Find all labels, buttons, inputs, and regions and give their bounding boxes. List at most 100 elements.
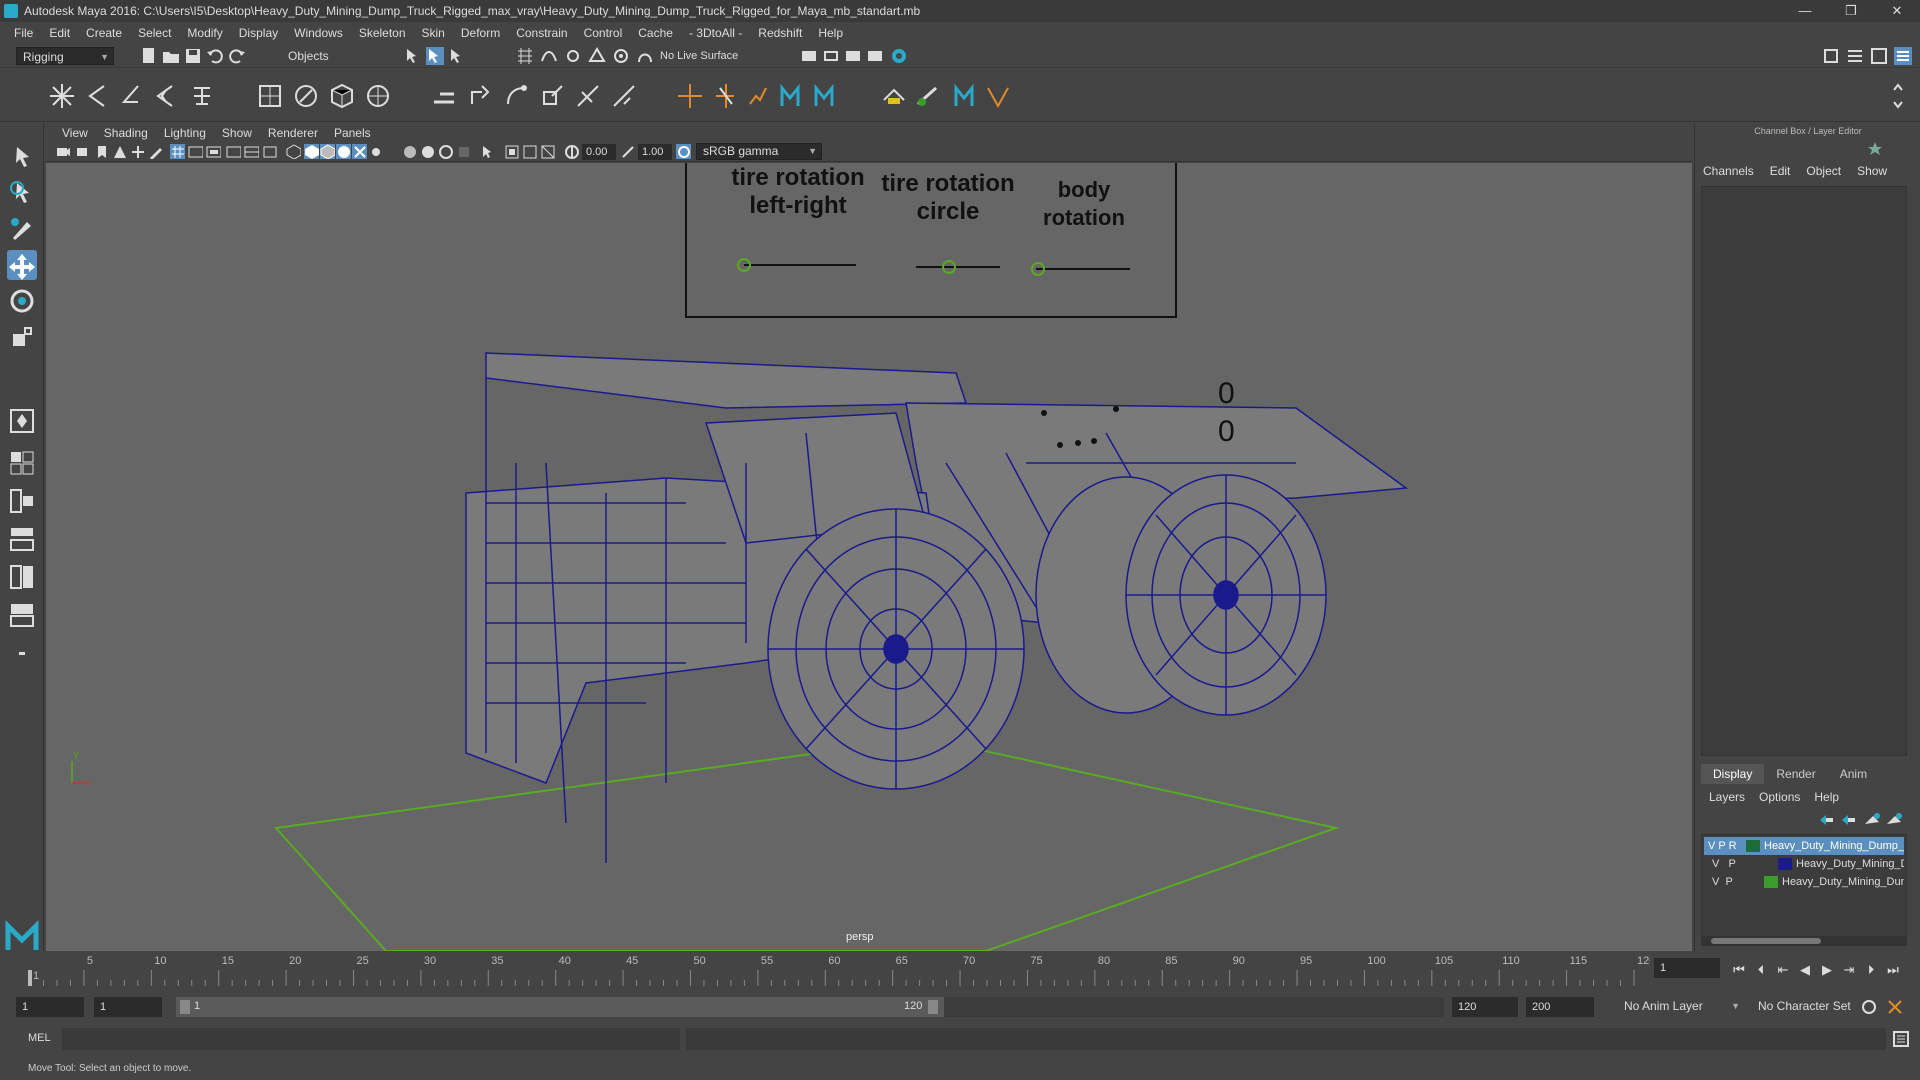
textured-icon[interactable] [336,144,351,159]
snap-curve-icon[interactable] [540,47,558,65]
single-perspective-layout-icon[interactable] [7,448,37,478]
wireframe-icon[interactable] [286,144,301,159]
layer-list-scrollbar[interactable] [1701,936,1907,946]
undo-icon[interactable] [206,47,224,65]
grease-pencil-icon[interactable] [148,144,163,159]
maximize-button[interactable]: ❐ [1828,0,1874,22]
layer-list-scroll-thumb[interactable] [1711,938,1821,944]
wireframe-on-shaded-icon[interactable] [320,144,335,159]
truck-wheel-rear[interactable] [1035,474,1327,716]
tab-anim[interactable]: Anim [1828,764,1879,784]
image-plane-icon[interactable] [112,144,127,159]
smooth-shade-icon[interactable] [304,144,319,159]
locator-icon[interactable] [676,82,704,110]
step-forward-key-icon[interactable]: ⇥ [1842,963,1856,977]
step-forward-frame-icon[interactable]: ⏵ [1864,963,1878,977]
scale-constraint-icon[interactable] [538,82,566,110]
minimize-button[interactable]: — [1782,0,1828,22]
paint-select-tool-icon[interactable] [7,214,37,244]
menu-skeleton[interactable]: Skeleton [351,26,414,40]
pole-vector-icon[interactable] [610,82,638,110]
layer-color-swatch[interactable] [1746,840,1760,852]
menu-edit[interactable]: Edit [41,26,78,40]
time-slider[interactable]: 1 5 10 15 20 25 30 35 40 45 50 55 60 65 70 75 80 85 90 95 10… [0,952,1692,988]
outliner-layout-icon[interactable] [7,600,37,630]
hik-control-rig-icon[interactable] [810,82,838,110]
step-back-key-icon[interactable]: ⇤ [1776,963,1790,977]
bookmark-icon[interactable] [94,144,109,159]
wrap-deformer-icon[interactable] [950,82,978,110]
selection-mode-dropdown[interactable]: Objects [282,47,378,65]
snap-grid-icon[interactable] [516,47,534,65]
exposure-field[interactable]: 0.00 [582,144,616,160]
parent-constraint-icon[interactable] [574,82,602,110]
four-view-layout-icon[interactable] [7,486,37,516]
panel-menu-show[interactable]: Show [214,126,260,140]
grid-toggle-icon[interactable] [170,144,185,159]
anim-layer-dropdown[interactable]: No Anim Layer ▼ [1618,997,1744,1017]
orient-joint-icon[interactable] [152,82,180,110]
layer-flags[interactable]: V P [1712,855,1736,873]
play-backwards-icon[interactable]: ◀ [1798,963,1812,977]
panel-menu-panels[interactable]: Panels [326,126,379,140]
lattice-icon[interactable] [328,82,356,110]
menu-create[interactable]: Create [78,26,130,40]
go-to-start-icon[interactable]: ⏮ [1732,963,1746,977]
playback-start-field[interactable]: 1 [94,997,162,1017]
menu-help[interactable]: Help [810,26,851,40]
make-live-icon[interactable] [636,47,654,65]
set-driven-key-icon[interactable] [880,82,908,110]
persp-outliner-layout-icon[interactable] [7,562,37,592]
layer-color-swatch[interactable] [1764,876,1778,888]
ipr-render-icon[interactable] [844,47,862,65]
channel-box-menu-channels[interactable]: Channels [1703,164,1754,178]
go-to-end-icon[interactable]: ⏭ [1886,963,1900,977]
multisample-aa-icon[interactable] [438,144,453,159]
new-scene-icon[interactable] [140,47,158,65]
menu-file[interactable]: File [6,26,41,40]
menuset-dropdown[interactable]: Rigging ▼ [16,47,114,65]
new-layer-icon[interactable] [1863,812,1881,828]
panel-menu-shading[interactable]: Shading [96,126,156,140]
field-chart-icon[interactable] [244,144,259,159]
gamma-field[interactable]: 1.00 [638,144,672,160]
menu-deform[interactable]: Deform [453,26,508,40]
open-scene-icon[interactable] [162,47,180,65]
menu-3dtoall[interactable]: - 3DtoAll - [681,26,750,40]
last-tool-icon[interactable] [7,406,37,436]
channel-box-menu-object[interactable]: Object [1806,164,1841,178]
character-set-dropdown[interactable]: No Character Set [1752,997,1856,1017]
step-back-frame-icon[interactable]: ⏴ [1754,963,1768,977]
command-language-label[interactable]: MEL [28,1032,51,1044]
snap-view-plane-icon[interactable] [588,47,606,65]
layer-menu-options[interactable]: Options [1759,790,1800,804]
render-view-icon[interactable] [822,47,840,65]
menu-redshift[interactable]: Redshift [750,26,810,40]
layer-flags[interactable]: V P R [1708,837,1737,855]
film-gate-icon[interactable] [188,144,203,159]
menu-display[interactable]: Display [231,26,286,40]
truck-wheel-front[interactable] [767,508,1025,790]
scene-canvas[interactable]: tire rotation left-right tire rotation c… [46,163,1692,951]
new-layer-selected-icon[interactable] [1885,812,1903,828]
layer-menu-layers[interactable]: Layers [1709,790,1745,804]
menu-modify[interactable]: Modify [179,26,230,40]
blend-shape-icon[interactable] [914,82,942,110]
select-by-object-icon[interactable] [426,47,444,65]
hik-character-icon[interactable] [776,82,804,110]
paint-weights-icon[interactable] [292,82,320,110]
gamma-icon[interactable] [620,144,635,159]
layer-flags[interactable]: V P [1712,873,1733,891]
tool-settings-icon[interactable] [1870,47,1888,65]
layer-row[interactable]: V P Heavy_Duty_Mining_Dum [1704,873,1904,891]
menu-cache[interactable]: Cache [630,26,681,40]
panel-menu-renderer[interactable]: Renderer [260,126,326,140]
shadows-icon[interactable] [368,144,383,159]
persp-graph-layout-icon[interactable] [7,524,37,554]
lasso-tool-icon[interactable] [7,178,37,208]
layer-row[interactable]: V P R Heavy_Duty_Mining_Dump_T [1704,837,1904,855]
move-layer-up-icon[interactable] [1817,812,1835,828]
attribute-editor-icon[interactable] [1846,47,1864,65]
2d-pan-zoom-icon[interactable] [130,144,145,159]
menu-windows[interactable]: Windows [286,26,351,40]
